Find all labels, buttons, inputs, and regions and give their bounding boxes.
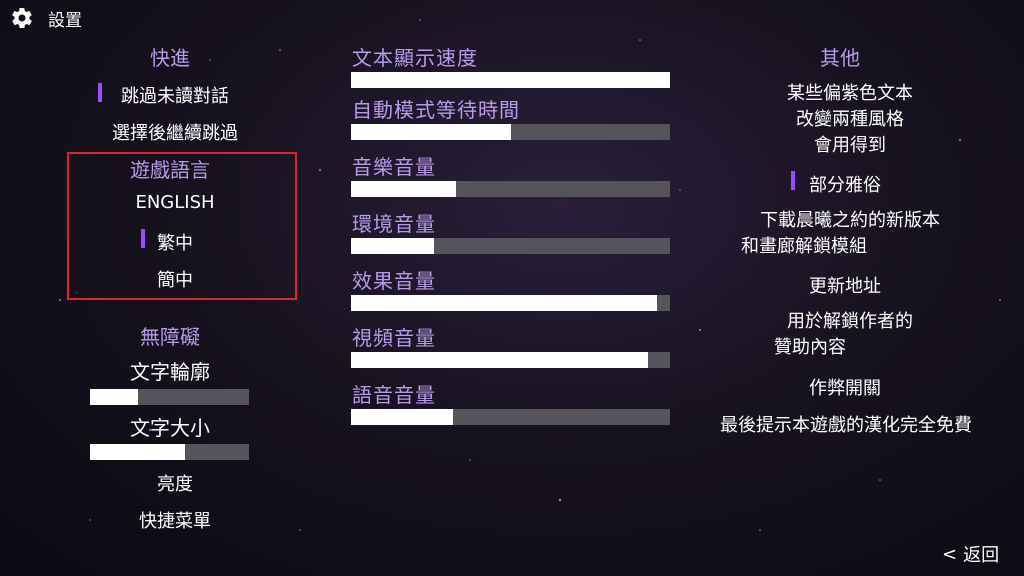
partial-vulgar-option[interactable]: 部分雅俗	[795, 171, 895, 197]
note-line: 贊助內容	[774, 337, 846, 358]
back-label: 返回	[963, 545, 1000, 566]
free-translation-note: 最後提示本遊戲的漢化完全免費	[720, 415, 972, 436]
video-volume-label: 視頻音量	[352, 326, 436, 350]
back-button[interactable]: < 返回	[942, 541, 999, 567]
music-volume-label: 音樂音量	[352, 155, 436, 179]
note-line: 某些偏紫色文本	[787, 83, 913, 104]
ambient-volume-slider[interactable]	[351, 238, 670, 254]
note-line: 下載晨曦之約的新版本	[760, 210, 940, 231]
language-option-english[interactable]: ENGLISH	[100, 192, 250, 213]
slider-fill	[351, 181, 457, 197]
voice-volume-label: 語音音量	[352, 383, 436, 407]
auto-wait-slider[interactable]	[351, 124, 670, 140]
text-outline-fill	[90, 389, 138, 405]
text-size-label: 文字大小	[130, 416, 210, 440]
unlock-note: 用於解鎖作者的 贊助內容	[740, 309, 960, 361]
auto-wait-label: 自動模式等待時間	[352, 98, 520, 122]
note-line: 用於解鎖作者的	[787, 311, 913, 332]
gear-icon	[12, 7, 32, 29]
download-note: 下載晨曦之約的新版本 和畫廊解鎖模組	[725, 208, 975, 260]
purple-text-note: 某些偏紫色文本 改變兩種風格 會用得到	[740, 81, 960, 159]
slider-fill	[351, 124, 511, 140]
settings-header: 設置	[10, 6, 82, 31]
shortcut-menu-option[interactable]: 快捷菜單	[100, 507, 250, 533]
skip-unread-option[interactable]: 跳過未讀對話	[100, 82, 250, 108]
brightness-option[interactable]: 亮度	[100, 470, 250, 496]
accessibility-section-header: 無障礙	[140, 325, 200, 349]
text-speed-slider[interactable]	[351, 72, 670, 88]
page-title: 設置	[48, 10, 82, 31]
skip-section-header: 快進	[150, 46, 190, 70]
cheat-switch-option[interactable]: 作弊開關	[770, 374, 920, 400]
slider-fill	[351, 352, 648, 368]
text-size-fill	[90, 444, 186, 460]
slider-fill	[351, 295, 658, 311]
note-line: 會用得到	[814, 135, 886, 156]
voice-volume-slider[interactable]	[351, 409, 670, 425]
skip-after-choice-option[interactable]: 選擇後繼續跳過	[90, 119, 260, 145]
slider-fill	[351, 409, 454, 425]
slider-fill	[351, 72, 670, 88]
ambient-volume-label: 環境音量	[352, 212, 436, 236]
slider-fill	[351, 238, 434, 254]
other-section-header: 其他	[820, 46, 860, 70]
text-outline-label: 文字輪廓	[130, 360, 210, 384]
note-line: 和畫廊解鎖模組	[741, 236, 867, 257]
language-section-header: 遊戲語言	[130, 158, 210, 182]
music-volume-slider[interactable]	[351, 181, 670, 197]
language-option-traditional[interactable]: 繁中	[130, 229, 220, 255]
update-address-link[interactable]: 更新地址	[770, 272, 920, 298]
text-outline-slider[interactable]	[90, 389, 249, 405]
text-speed-label: 文本顯示速度	[352, 46, 478, 70]
effects-volume-label: 效果音量	[352, 269, 436, 293]
language-option-simplified[interactable]: 簡中	[130, 266, 220, 292]
effects-volume-slider[interactable]	[351, 295, 670, 311]
video-volume-slider[interactable]	[351, 352, 670, 368]
chevron-left-icon: <	[942, 543, 958, 565]
text-size-slider[interactable]	[90, 444, 249, 460]
note-line: 改變兩種風格	[796, 109, 904, 130]
